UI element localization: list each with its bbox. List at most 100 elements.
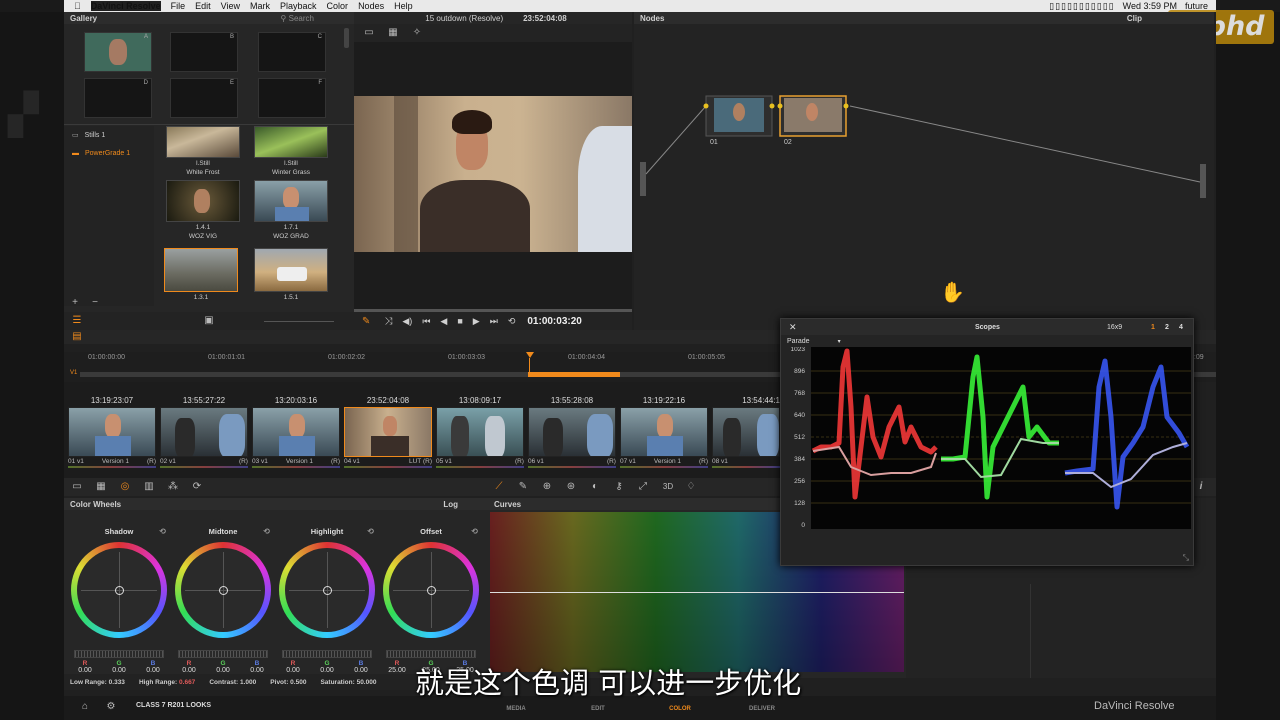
tracker-icon[interactable]: ⊛ [564,480,578,494]
clip-03[interactable]: 13:20:03:16 03 v1 Version 1 (R) [252,396,340,468]
list-view-icon[interactable]: ☰ [70,314,84,328]
channel-value[interactable]: 0.00 [312,667,342,674]
still-woz-vig[interactable]: 1.4.1 WOZ VIG [166,180,240,240]
channel-value[interactable]: 0.00 [70,667,100,674]
step-back-icon[interactable]: ◀ [440,316,447,327]
highlight-wheel[interactable] [279,542,375,638]
low-range[interactable]: Low Range: 0.333 [70,679,125,686]
clip-02[interactable]: 13:55:27:22 02 v1 (R) [160,396,248,468]
shadow-wheel[interactable] [71,542,167,638]
node-01-output[interactable] [769,103,775,109]
rgb-mixer-icon[interactable]: ▥ [142,480,156,494]
zoom-slider[interactable] [264,321,334,322]
blur-icon[interactable]: ◐ [588,480,602,494]
color-picker-icon[interactable]: ✎ [362,316,370,327]
motion-icon[interactable]: ⁂ [166,480,180,494]
clip-06[interactable]: 13:55:28:08 06 v1 (R) [528,396,616,468]
gallery-slot-a[interactable]: A [84,32,152,72]
playhead-icon[interactable] [526,352,534,358]
wheel-handle[interactable] [219,586,228,595]
reset-icon[interactable]: ⟲ [471,526,478,538]
scopes-page-2[interactable]: 2 [1165,324,1169,331]
home-icon[interactable]: ⌂ [78,700,92,714]
sizing-icon[interactable]: ⤢ [636,480,650,494]
gallery-slot-e[interactable]: E [170,78,238,118]
high-range[interactable]: High Range: 0.667 [139,679,195,686]
scopes-page-4[interactable]: 4 [1179,324,1183,331]
loop-icon[interactable]: ⟲ [508,316,516,327]
nodes-mode[interactable]: Clip [1127,14,1142,23]
clip-07[interactable]: 13:19:22:16 07 v1 Version 1 (R) [620,396,708,468]
info-icon[interactable]: i [1194,480,1208,494]
channel-value[interactable]: 0.00 [208,667,238,674]
single-view-icon[interactable]: ▭ [362,26,376,40]
wheel-handle[interactable] [115,586,124,595]
key-icon[interactable]: ⚷ [612,480,626,494]
rotate-icon[interactable]: ⟳ [190,480,204,494]
color-wheels-icon[interactable]: ◎ [118,480,132,494]
menu-view[interactable]: View [221,1,240,11]
clip-04-current[interactable]: 23:52:04:08 04 v1 LUT (R) [344,396,432,468]
channel-value[interactable]: 25.00 [382,667,412,674]
viewer-clip-name[interactable]: 15 outdown (Resolve) [425,14,503,23]
page-media[interactable]: MEDIA [486,706,546,712]
page-edit[interactable]: EDIT [568,706,628,712]
curves-icon[interactable]: ⟋ [492,480,506,494]
album-stills-1[interactable]: ▭ Stills 1 [64,126,154,144]
gallery-slot-f[interactable]: F [258,78,326,118]
menu-file[interactable]: File [171,1,186,11]
current-clip-bar[interactable] [528,372,620,377]
still-woz-grad[interactable]: 1.7.1 WOZ GRAD [254,180,328,240]
3d-icon[interactable]: 3D [658,480,678,494]
channel-value[interactable]: 0.00 [346,667,376,674]
output-handle[interactable] [1200,164,1206,198]
scopes-page-1[interactable]: 1 [1151,324,1155,331]
wheel-handle[interactable] [427,586,436,595]
still-white-frost[interactable]: l.Still White Frost [166,126,240,176]
menu-mark[interactable]: Mark [250,1,270,11]
wheel-mode-select[interactable]: Log [443,500,458,509]
midtone-master-wheel[interactable] [178,650,268,658]
close-icon[interactable]: ✕ [789,322,797,333]
saturation[interactable]: Saturation: 50.000 [320,679,376,686]
menu-playback[interactable]: Playback [280,1,317,11]
reset-icon[interactable]: ⟲ [367,526,374,538]
midtone-wheel[interactable] [175,542,271,638]
gallery-slot-c[interactable]: C [258,32,326,72]
channel-value[interactable]: 0.00 [174,667,204,674]
clip-01[interactable]: 13:19:23:07 01 v1 Version 1 (R) [68,396,156,468]
offset-wheel[interactable] [383,542,479,638]
album-powergrade-1[interactable]: ▬ PowerGrade 1 [64,144,154,162]
grid-view-icon[interactable]: ▦ [386,26,400,40]
gallery-scrollbar[interactable] [344,28,349,48]
gallery-slot-d[interactable]: D [84,78,152,118]
volume-icon[interactable]: ◀) [402,316,412,327]
go-to-start-icon[interactable]: ⏮ [422,316,430,327]
menu-nodes[interactable]: Nodes [358,1,384,11]
node-02-output[interactable] [843,103,849,109]
contrast[interactable]: Contrast: 1.000 [209,679,256,686]
shadow-master-wheel[interactable] [74,650,164,658]
clip-08[interactable]: 13:54:44:1 08 v1 [712,396,780,468]
qualifier-icon[interactable]: ✎ [516,480,530,494]
page-color[interactable]: COLOR [650,706,710,712]
reset-icon[interactable]: ⟲ [263,526,270,538]
color-match-icon[interactable]: ▦ [94,480,108,494]
scope-mode-select[interactable]: Parade [787,338,810,345]
channel-value[interactable]: 0.00 [104,667,134,674]
chevron-down-icon[interactable]: ▾ [838,338,841,345]
still-1-5-1[interactable]: 1.5.1 [254,248,328,301]
still-winter-grass[interactable]: l.Still Winter Grass [254,126,328,176]
node-02-input[interactable] [777,103,783,109]
node-01-input[interactable] [703,103,709,109]
reset-icon[interactable]: ⟲ [159,526,166,538]
input-handle[interactable] [640,162,646,196]
channel-value[interactable]: 0.00 [242,667,272,674]
clip-05[interactable]: 13:08:09:17 05 v1 (R) [436,396,524,468]
go-to-end-icon[interactable]: ⏭ [490,316,498,327]
still-1-3-1[interactable]: 1.3.1 [164,248,238,301]
curve-line[interactable] [490,592,904,593]
keyframe-icon[interactable]: ♢ [684,480,698,494]
gallery-search[interactable]: ⚲ Search [281,14,314,23]
menu-app-name[interactable]: DaVinci Resolve [90,1,161,11]
